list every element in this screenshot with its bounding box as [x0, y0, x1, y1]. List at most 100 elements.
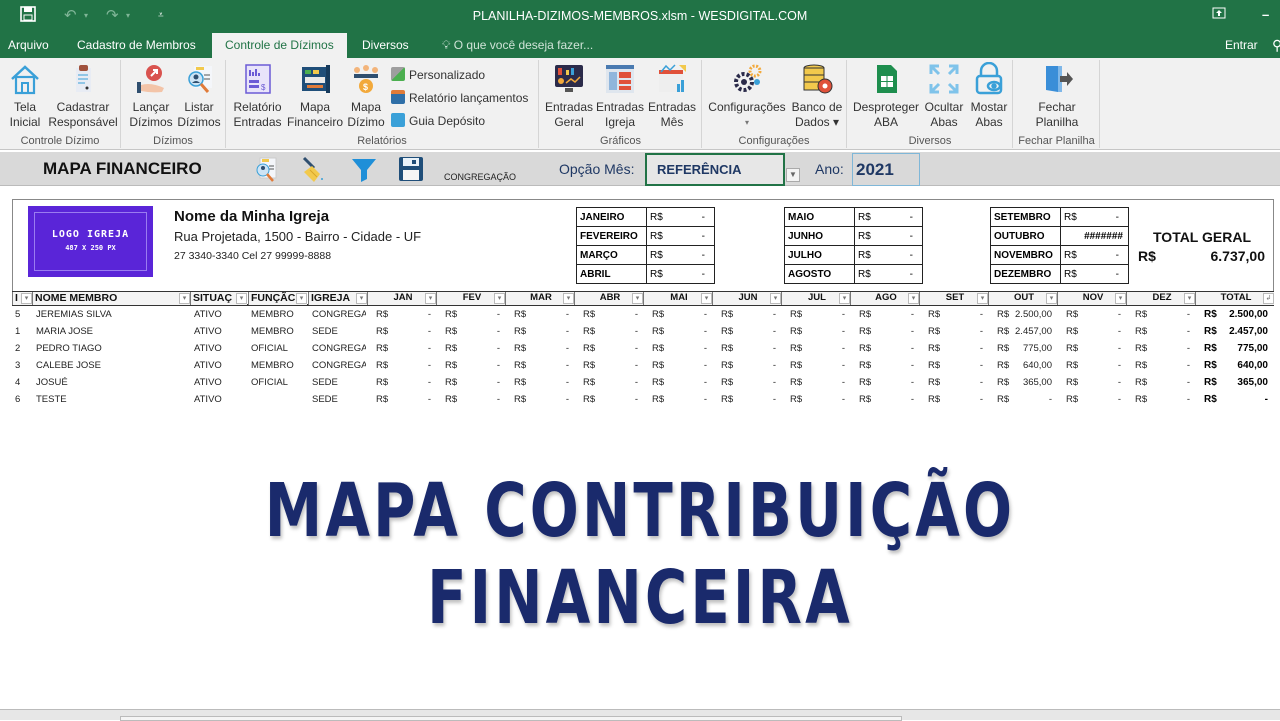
tab-cadastro-de-membros[interactable]: Cadastro de Membros [69, 33, 204, 58]
label: Personalizado [409, 68, 486, 82]
entradas-geral-button[interactable]: Entradas Geral [544, 62, 594, 130]
month-value[interactable]: R$ - [1060, 264, 1129, 284]
mapa-dizimo-button[interactable]: $ Mapa Dízimo [346, 62, 386, 130]
column-header-igreja[interactable]: IGREJA ▾ [308, 292, 367, 305]
overlay-title-line2: FINANCEIRA [427, 555, 853, 641]
lancar-dizimos-button[interactable]: Lançar Dízimos [129, 62, 173, 130]
table-row[interactable]: 1 MARIA JOSE ATIVO MEMBRO SEDE R$ - R$ - R$ - R$ - R$… [12, 323, 1274, 340]
month-value[interactable]: R$ - [646, 226, 715, 246]
filter-dropdown-icon[interactable]: ▾ [1046, 293, 1057, 304]
share-person-icon[interactable]: ⚲ [1264, 33, 1280, 58]
desproteger-aba-button[interactable]: Desproteger ABA [851, 62, 921, 130]
column-header-set[interactable]: SET ▾ [919, 292, 988, 305]
table-row[interactable]: 4 JOSUÉ ATIVO OFICIAL SEDE R$ - R$ - R$ - R$ - R$ - R$ -… [12, 374, 1274, 391]
column-header-out[interactable]: OUT ▾ [988, 292, 1057, 305]
column-header-total[interactable]: TOTAL ↲ [1195, 292, 1274, 305]
filter-icon[interactable] [350, 155, 378, 183]
ribbon-display-icon[interactable] [1212, 7, 1226, 22]
column-header-fev[interactable]: FEV ▾ [436, 292, 505, 305]
column-header-mar[interactable]: MAR ▾ [505, 292, 574, 305]
search-profile-icon[interactable] [252, 155, 280, 183]
column-header-situa-[interactable]: SITUAÇ ▾ [190, 292, 247, 305]
month-value[interactable]: R$ - [854, 207, 923, 227]
broom-clear-icon[interactable] [300, 155, 328, 183]
configuracoes-button[interactable]: Configurações ▾ [706, 62, 788, 130]
filter-dropdown-icon[interactable]: ▾ [1184, 293, 1195, 304]
month-value[interactable]: R$ - [1060, 245, 1129, 265]
mostrar-abas-button[interactable]: Mostar Abas [967, 61, 1011, 130]
cell-month-value: - [496, 343, 500, 354]
filter-dropdown-icon[interactable]: ▾ [296, 293, 307, 304]
filter-dropdown-icon[interactable]: ▾ [494, 293, 505, 304]
month-summary-row: ABRIL R$ - [576, 264, 715, 284]
relatorio-entradas-button[interactable]: $ Relatório Entradas [230, 62, 285, 130]
personalizado-button[interactable]: Personalizado [391, 67, 485, 82]
guia-deposito-button[interactable]: Guia Depósito [391, 113, 485, 128]
filter-dropdown-icon[interactable]: ▾ [21, 293, 32, 304]
filter-dropdown-icon[interactable]: ▾ [701, 293, 712, 304]
filter-dropdown-icon[interactable]: ▾ [179, 293, 190, 304]
tell-me-search[interactable]: 💡︎ O que você deseja fazer... [434, 33, 601, 58]
column-header-ago[interactable]: AGO ▾ [850, 292, 919, 305]
entradas-mes-button[interactable]: Entradas Mês [646, 62, 698, 130]
tab-controle-de-dizimos[interactable]: Controle de Dízimos [212, 33, 347, 58]
filter-dropdown-icon[interactable]: ▾ [563, 293, 574, 304]
fechar-planilha-button[interactable]: Fechar Planilha [1024, 62, 1090, 130]
listar-dizimos-button[interactable]: Listar Dízimos [175, 62, 223, 130]
filter-dropdown-icon[interactable]: ▾ [770, 293, 781, 304]
save-disk-icon[interactable] [397, 155, 425, 183]
month-value[interactable]: R$ - [646, 245, 715, 265]
horizontal-scrollbar[interactable] [120, 716, 902, 721]
filter-dropdown-icon[interactable]: ▾ [908, 293, 919, 304]
month-value[interactable]: ####### [1060, 226, 1129, 246]
column-header-fun-c[interactable]: FUNÇÃC ▾ [248, 292, 307, 305]
month-value[interactable]: R$ - [854, 264, 923, 284]
relatorio-lancamentos-button[interactable]: Relatório lançamentos [391, 90, 528, 105]
column-header-nome-membro[interactable]: NOME MEMBRO ▾ [32, 292, 190, 305]
minimize-button[interactable]: – [1262, 7, 1269, 22]
filter-dropdown-icon[interactable]: ↲ [1263, 293, 1274, 304]
month-value[interactable]: R$ - [854, 245, 923, 265]
column-header-i[interactable]: I ▾ [12, 292, 32, 305]
sheet-icon [869, 62, 903, 96]
column-header-abr[interactable]: ABR ▾ [574, 292, 643, 305]
entradas-igreja-button[interactable]: Entradas Igreja [595, 62, 645, 130]
ocultar-abas-button[interactable]: Ocultar Abas [922, 62, 966, 130]
month-value[interactable]: R$ - [854, 226, 923, 246]
column-header-jul[interactable]: JUL ▾ [781, 292, 850, 305]
label-line1: Cadastrar [56, 100, 110, 114]
mapa-financeiro-button[interactable]: Mapa Financeiro [285, 62, 345, 130]
column-header-jan[interactable]: JAN ▾ [367, 292, 436, 305]
filter-dropdown-icon[interactable]: ▾ [977, 293, 988, 304]
filter-dropdown-icon[interactable]: ▾ [425, 293, 436, 304]
table-row[interactable]: 3 CALEBE JOSE ATIVO MEMBRO CONGREGA R$ - R$ - R$ -… [12, 357, 1274, 374]
month-value[interactable]: R$ - [646, 264, 715, 284]
table-row[interactable]: 5 JEREMIAS SILVA ATIVO MEMBRO CONGREGA R$ - R$ -… [12, 306, 1274, 323]
banco-de-dados-button[interactable]: Banco de Dados ▾ [789, 62, 845, 130]
opcao-mes-select[interactable]: REFERÊNCIA [645, 153, 785, 186]
cell-total-currency: R$ [1204, 360, 1217, 371]
month-value[interactable]: R$ - [646, 207, 715, 227]
ano-input[interactable]: 2021 [852, 153, 920, 186]
column-header-dez[interactable]: DEZ ▾ [1126, 292, 1195, 305]
column-header-nov[interactable]: NOV ▾ [1057, 292, 1126, 305]
column-header-mai[interactable]: MAI ▾ [643, 292, 712, 305]
label-line2: Dízimos [177, 115, 221, 129]
tab-diversos[interactable]: Diversos [354, 33, 417, 58]
tab-arquivo[interactable]: Arquivo [0, 33, 57, 58]
chevron-down-icon[interactable]: ▼ [786, 168, 800, 182]
cadastrar-responsavel-button[interactable]: Cadastrar Responsável [48, 62, 118, 130]
column-header-jun[interactable]: JUN ▾ [712, 292, 781, 305]
cell-month-value: - [910, 343, 914, 354]
filter-dropdown-icon[interactable]: ▾ [1115, 293, 1126, 304]
sign-in-link[interactable]: Entrar [1217, 33, 1266, 58]
cell-nome: TESTE [36, 394, 67, 405]
filter-dropdown-icon[interactable]: ▾ [632, 293, 643, 304]
table-row[interactable]: 2 PEDRO TIAGO ATIVO OFICIAL CONGREGA R$ - R$ - R$… [12, 340, 1274, 357]
filter-dropdown-icon[interactable]: ▾ [356, 293, 367, 304]
table-row[interactable]: 6 TESTE ATIVO SEDE R$ - R$ - R$ - R$ - R$ - R$ - R$ - R$ - R… [12, 391, 1274, 408]
month-value[interactable]: R$ - [1060, 207, 1129, 227]
filter-dropdown-icon[interactable]: ▾ [839, 293, 850, 304]
tela-inicial-button[interactable]: Tela Inicial [4, 62, 46, 130]
filter-dropdown-icon[interactable]: ▾ [236, 293, 247, 304]
